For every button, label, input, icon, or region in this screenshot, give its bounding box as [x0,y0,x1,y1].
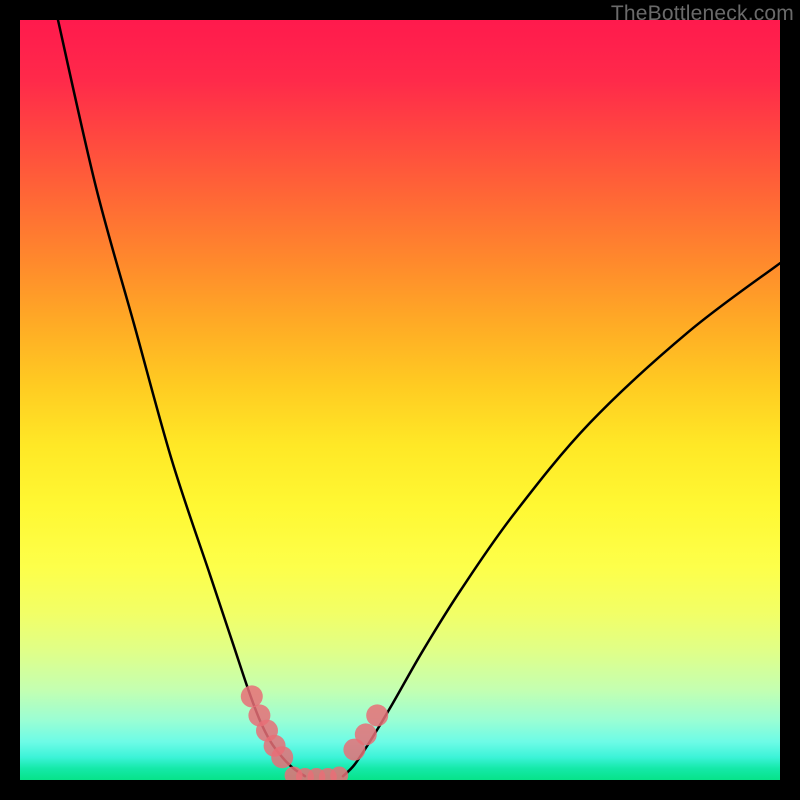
chart-frame [20,20,780,780]
marker-markers-right [366,704,388,726]
curve-left-curve [58,20,305,776]
curve-right-curve [343,263,780,776]
marker-markers-left [241,685,263,707]
marker-bottom-band [330,766,348,780]
chart-svg [20,20,780,780]
marker-markers-left [271,746,293,768]
watermark-text: TheBottleneck.com [611,2,794,26]
marker-markers-right [355,723,377,745]
